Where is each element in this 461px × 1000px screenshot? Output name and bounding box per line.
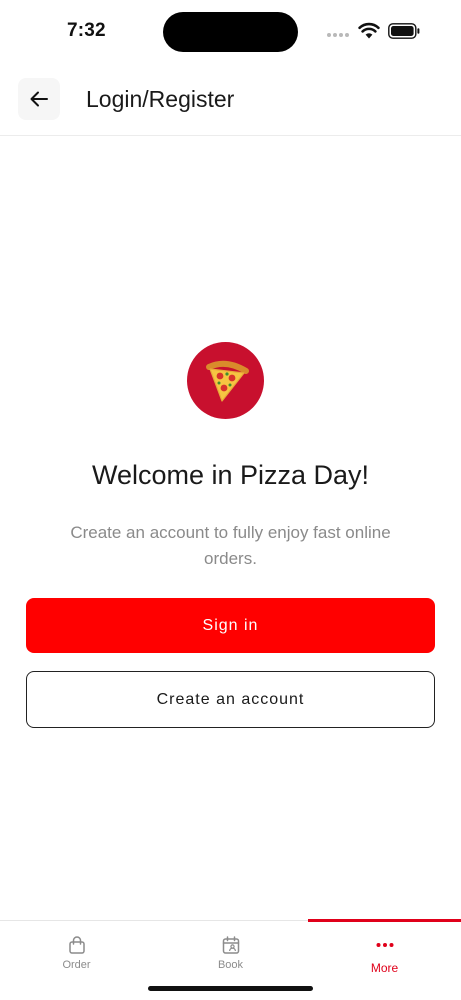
welcome-subtitle: Create an account to fully enjoy fast on… bbox=[70, 523, 391, 568]
create-account-button[interactable]: Create an account bbox=[26, 671, 435, 728]
login-register-screen: 7:32 Login/Register Welcome in Pizza Day… bbox=[0, 0, 461, 1000]
sign-in-button[interactable]: Sign in bbox=[26, 598, 435, 653]
wifi-icon bbox=[358, 22, 380, 39]
status-bar: 7:32 bbox=[0, 0, 461, 64]
arrow-left-icon bbox=[30, 91, 48, 107]
welcome-title: Welcome in Pizza Day! bbox=[91, 460, 370, 490]
shopping-bag-icon bbox=[68, 936, 85, 954]
signal-dots-icon bbox=[327, 33, 349, 37]
calendar-user-icon bbox=[222, 936, 239, 954]
pizza-logo bbox=[187, 342, 264, 419]
more-dots-icon bbox=[376, 943, 393, 947]
tab-order[interactable]: Order bbox=[0, 921, 153, 987]
tab-book[interactable]: Book bbox=[154, 921, 307, 987]
dynamic-island bbox=[163, 12, 298, 52]
tab-label-book: Book bbox=[217, 959, 244, 971]
battery-icon bbox=[388, 23, 420, 39]
status-time: 7:32 bbox=[67, 20, 106, 41]
back-button[interactable] bbox=[18, 78, 60, 120]
tab-more[interactable]: More bbox=[308, 921, 461, 987]
tab-label-more: More bbox=[370, 961, 399, 975]
home-indicator bbox=[148, 986, 313, 991]
pizza-slice-icon bbox=[205, 360, 249, 402]
app-header: Login/Register bbox=[0, 64, 461, 136]
tab-label-order: Order bbox=[62, 959, 91, 971]
page-title: Login/Register bbox=[86, 86, 235, 112]
